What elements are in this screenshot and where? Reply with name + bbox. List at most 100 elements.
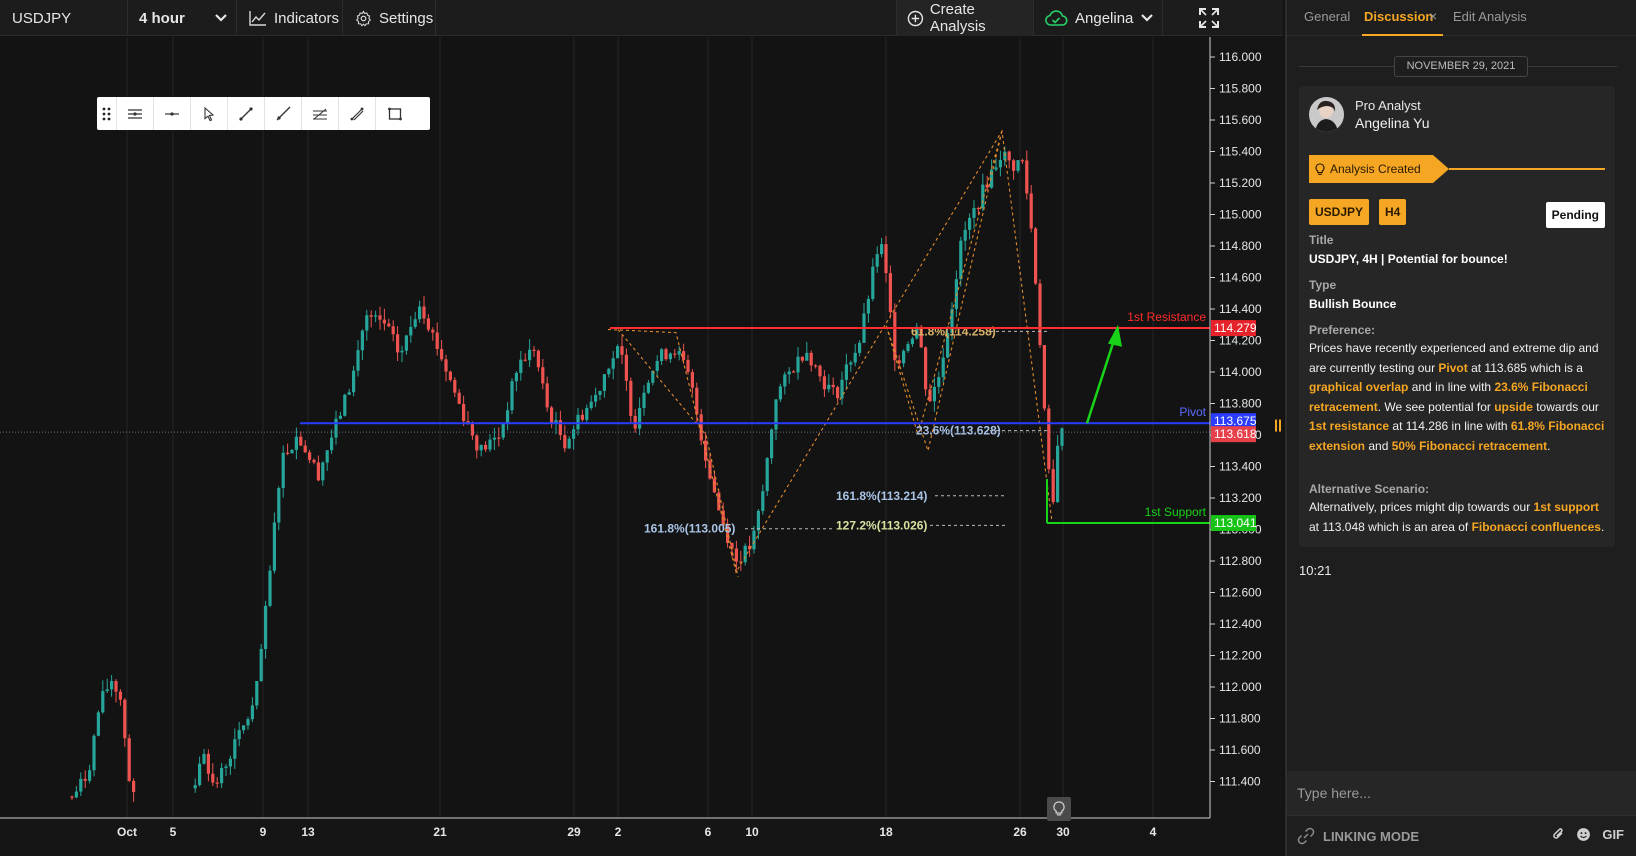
candle-body — [602, 374, 606, 391]
candle-body — [932, 386, 936, 402]
candle-body — [400, 350, 404, 353]
status-badge: Pending — [1545, 202, 1605, 228]
paperclip-icon[interactable] — [1551, 826, 1565, 842]
tab-general[interactable]: General — [1304, 9, 1350, 24]
time-tick-label: 2 — [615, 825, 622, 839]
fullscreen-button[interactable] — [1190, 0, 1228, 36]
linking-mode-label: LINKING MODE — [1323, 828, 1420, 844]
close-icon[interactable]: × — [1429, 8, 1437, 24]
candle-body — [1042, 345, 1046, 409]
candle-body — [193, 785, 197, 789]
candle-body — [290, 449, 294, 454]
analysis-panel: General Discussion × Edit Analysis NOVEM… — [1285, 0, 1636, 856]
candle-body — [237, 730, 241, 740]
settings-button[interactable]: Settings — [343, 0, 436, 36]
trend-line-tool[interactable] — [228, 97, 265, 130]
candle-body — [853, 352, 857, 363]
candle-body — [827, 384, 831, 390]
fib-tool[interactable] — [339, 97, 376, 130]
candle-body — [440, 349, 444, 360]
time-tick-label: 26 — [1013, 825, 1027, 839]
rectangle-icon — [387, 107, 402, 120]
interval-dropdown[interactable]: 4 hour — [128, 0, 237, 36]
price-chart[interactable]: 61.8%(114.258) 23.6%(113.628) 161.8%(113.2… — [0, 37, 1283, 856]
candle-body — [264, 605, 268, 649]
highlight: 1st resistance — [1309, 419, 1390, 433]
indicators-label: Indicators — [274, 9, 340, 27]
candle-body — [541, 367, 545, 384]
user-name-label: Angelina — [1075, 9, 1134, 27]
indicators-button[interactable]: Indicators — [237, 0, 343, 36]
candle-body — [1034, 228, 1038, 284]
ray-tool[interactable] — [265, 97, 302, 130]
candle-body — [96, 712, 100, 736]
cursor-tool[interactable] — [191, 97, 228, 130]
candle-body — [976, 207, 980, 210]
status-tag: Analysis Created — [1309, 155, 1433, 183]
candle-body — [902, 350, 906, 364]
candle-body — [74, 791, 78, 798]
price-tick-label: 115.800 — [1219, 82, 1262, 96]
horizontal-lines-tool[interactable] — [117, 97, 154, 130]
candle-body — [814, 365, 818, 367]
candle-body — [206, 753, 210, 774]
chart-canvas[interactable]: 61.8%(114.258) 23.6%(113.628) 161.8%(113.2… — [0, 37, 1283, 856]
candle-body — [132, 780, 136, 793]
user-menu[interactable]: Angelina — [1034, 0, 1163, 36]
linking-mode-toggle[interactable]: LINKING MODE — [1297, 827, 1419, 845]
time-tick-label: 18 — [879, 825, 893, 839]
analyst-photo-icon — [1309, 97, 1344, 132]
trend-line-icon — [239, 106, 253, 121]
candle-body — [624, 354, 628, 381]
candle-body — [572, 429, 576, 439]
candle-body — [937, 377, 941, 387]
price-tick-label: 114.400 — [1219, 302, 1262, 316]
price-tick-label: 112.000 — [1219, 680, 1262, 694]
candle-body — [682, 351, 686, 360]
candle-body — [1038, 283, 1042, 346]
candle-body — [356, 350, 360, 371]
candle-body — [510, 381, 514, 411]
candle-body — [800, 356, 804, 361]
candle-body — [343, 394, 347, 416]
candle-body — [462, 403, 466, 422]
candle-body — [836, 387, 840, 399]
time-tick-label: 9 — [260, 825, 267, 839]
candle-body — [409, 326, 413, 336]
candle-body — [272, 522, 276, 571]
candle-body — [286, 452, 290, 454]
candle-body — [92, 735, 96, 771]
candle-body — [475, 435, 479, 451]
candle-body — [884, 244, 888, 274]
tab-discussion[interactable]: Discussion — [1364, 9, 1433, 24]
message-input[interactable] — [1297, 782, 1617, 804]
candle-body — [646, 382, 650, 393]
price-tick-label: 115.000 — [1219, 208, 1262, 222]
parallel-channel-tool[interactable] — [302, 97, 339, 130]
symbol-selector[interactable]: USDJPY — [0, 0, 128, 36]
drawing-toolbar — [97, 97, 430, 130]
emoji-icon[interactable] — [1576, 827, 1591, 842]
app-window: USDJPY 4 hour Indicators Settings Create… — [0, 0, 1636, 856]
horizontal-line-tool[interactable] — [154, 97, 191, 130]
analyst-role: Pro Analyst — [1355, 98, 1421, 113]
title-label: Title — [1309, 233, 1334, 247]
idea-hint-button[interactable] — [1047, 797, 1071, 821]
candle-body — [228, 758, 232, 767]
create-analysis-button[interactable]: Create Analysis — [896, 0, 1034, 36]
candle-body — [677, 351, 681, 355]
tab-edit-analysis[interactable]: Edit Analysis — [1453, 9, 1527, 24]
drag-handle-tool[interactable] — [97, 97, 117, 130]
rectangle-tool[interactable] — [376, 97, 413, 130]
text: and — [1365, 438, 1392, 453]
gif-button[interactable]: GIF — [1602, 827, 1624, 842]
candle-body — [303, 445, 307, 453]
candle-body — [822, 376, 826, 390]
chevron-down-icon — [215, 14, 227, 22]
message-time: 10:21 — [1299, 563, 1332, 578]
candle-body — [369, 315, 373, 317]
candle-body — [330, 437, 334, 451]
candle-body — [79, 778, 83, 792]
fib-pattern-path — [885, 130, 1003, 453]
candle-body — [655, 361, 659, 371]
